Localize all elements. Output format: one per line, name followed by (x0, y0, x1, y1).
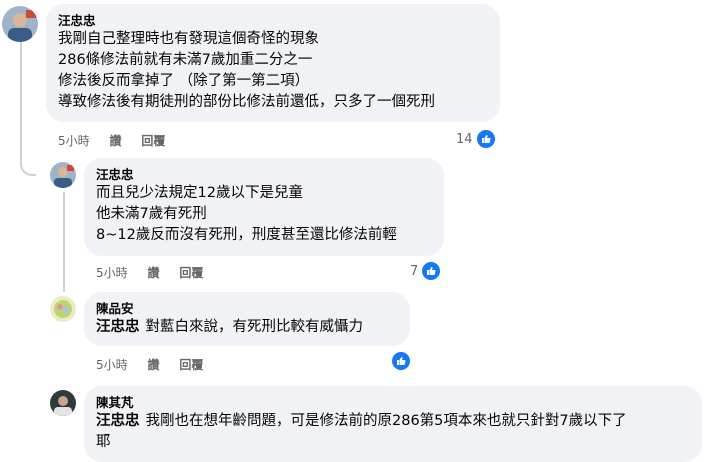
comment-text-line: 8~12歲反而沒有死刑，刑度甚至還比修法前輕 (96, 227, 397, 243)
comment-actions: 5小時 讚 回覆 (58, 132, 181, 149)
comment-text-line: 汪忠忠 對藍白來說，有死刑比較有威懾力 (96, 319, 363, 335)
timestamp[interactable]: 5小時 (96, 358, 128, 372)
comment-bubble: 陳品安 汪忠忠 對藍白來說，有死刑比較有威懾力 (84, 292, 410, 346)
comment-text-line: 汪忠忠 我剛也在想年齡問題，可是修法前的原286第5項本來也就只針對7歲以下了 (96, 413, 627, 429)
like-icon (390, 350, 412, 372)
comment-bubble: 汪忠忠 而且兒少法規定12歲以下是兒童 他未滿7歲有死刑 8~12歲反而沒有死刑… (84, 158, 444, 256)
timestamp[interactable]: 5小時 (58, 134, 90, 148)
comment-text-line: 我剛自己整理時也有發現這個奇怪的現象 (58, 31, 319, 47)
reply-button[interactable]: 回覆 (179, 358, 203, 372)
comment-text-line: 他未滿7歲有死刑 (96, 206, 207, 222)
like-button[interactable]: 讚 (147, 358, 159, 372)
thread-line (63, 192, 65, 292)
comment-text-line: 修法後反而拿掉了 （除了第一第二項） (58, 73, 310, 89)
thread-line (20, 40, 22, 152)
comment-actions: 5小時 讚 回覆 (96, 356, 219, 373)
reaction-summary[interactable]: 14 (456, 128, 497, 150)
timestamp[interactable]: 5小時 (96, 266, 128, 280)
like-button[interactable]: 讚 (109, 134, 121, 148)
avatar[interactable] (50, 162, 76, 188)
avatar[interactable] (2, 6, 38, 42)
comment-author[interactable]: 汪忠忠 (58, 12, 488, 29)
like-icon (474, 128, 497, 150)
avatar[interactable] (50, 390, 76, 416)
comment-text-line: 耶 (96, 434, 111, 450)
comment-author[interactable]: 汪忠忠 (96, 166, 432, 183)
reaction-count: 14 (456, 131, 473, 147)
comment-text-line: 而且兒少法規定12歲以下是兒童 (96, 185, 303, 201)
like-button[interactable]: 讚 (147, 266, 159, 280)
like-icon (420, 260, 443, 282)
reply-button[interactable]: 回覆 (141, 134, 165, 148)
comment-text-line: 導致修法後有期徒刑的部份比修法前還低，只多了一個死刑 (58, 94, 435, 110)
comment-bubble: 陳其芃 汪忠忠 我剛也在想年齡問題，可是修法前的原286第5項本來也就只針對7歲以… (84, 386, 702, 462)
comment-author[interactable]: 陳品安 (96, 300, 398, 317)
comment-author[interactable]: 陳其芃 (96, 394, 690, 411)
reaction-summary[interactable]: 7 (410, 260, 443, 282)
mention-tag[interactable]: 汪忠忠 (96, 319, 140, 335)
mention-tag[interactable]: 汪忠忠 (96, 413, 140, 429)
reaction-summary[interactable] (388, 350, 412, 372)
comment-actions: 5小時 讚 回覆 (96, 264, 219, 281)
avatar[interactable] (50, 296, 76, 322)
comment-text-line: 286條修法前就有未滿7歲加重二分之一 (58, 52, 313, 68)
reaction-count: 7 (410, 263, 419, 279)
thread-connector (20, 146, 36, 176)
comment-bubble: 汪忠忠 我剛自己整理時也有發現這個奇怪的現象 286條修法前就有未滿7歲加重二分… (46, 4, 500, 122)
reply-button[interactable]: 回覆 (179, 266, 203, 280)
